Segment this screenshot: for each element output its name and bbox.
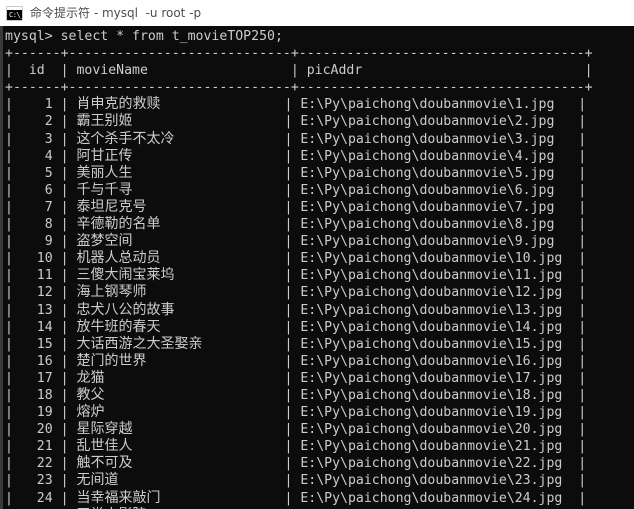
cell-value: 这个杀手不太冷 xyxy=(76,130,175,147)
table-row: | 13 | 忠犬八公的故事 | E:\Py\paichong\doubanmov… xyxy=(5,301,587,318)
table-row: | 22 | 触不可及 | E:\Py\paichong\doubanmovie\… xyxy=(5,455,587,472)
cell-value: 龙猫 xyxy=(76,369,105,386)
cell-value: 楚门的世界 xyxy=(76,352,147,369)
title-bar[interactable]: C:\_ 命令提示符 - mysql -u root -p xyxy=(0,0,634,26)
cell-value: 熔炉 xyxy=(76,404,105,421)
cell-value: 美丽人生 xyxy=(76,164,133,181)
cell-value: 大话西游之大圣娶亲 xyxy=(76,335,203,352)
cell-value: 机器人总动员 xyxy=(76,250,161,267)
cell-value: 泰坦尼克号 xyxy=(76,198,147,215)
cell-value: 当幸福来敲门 xyxy=(76,489,161,506)
table-row: | 9 | 盗梦空间 | E:\Py\paichong\doubanmovie\9… xyxy=(5,233,587,250)
console-icon-glyph: C:\_ xyxy=(9,10,23,19)
cell-value: 忠犬八公的故事 xyxy=(76,301,175,318)
cell-value: 乱世佳人 xyxy=(76,438,133,455)
cell-value: 三傻大闹宝莱坞 xyxy=(76,267,175,284)
console-text-buffer: mysql> select * from t_movieTOP250; +----… xyxy=(3,26,634,509)
table-row: | 17 | 龙猫 | E:\Py\paichong\doubanmovie\17… xyxy=(5,369,587,386)
table-row: | 4 | 阿甘正传 | E:\Py\paichong\doubanmovie\4… xyxy=(5,147,587,164)
cell-value: 盗梦空间 xyxy=(76,233,133,250)
cell-value: 星际穿越 xyxy=(76,421,133,438)
table-separator: +------+----------------------------+---… xyxy=(5,80,593,96)
table-row: | 8 | 辛德勒的名单 | E:\Py\paichong\doubanmovie… xyxy=(5,216,587,233)
table-row: | 24 | 当幸福来敲门 | E:\Py\paichong\doubanmovi… xyxy=(5,489,587,506)
table-row: | 23 | 无间道 | E:\Py\paichong\doubanmovie\2… xyxy=(5,472,587,489)
table-row: | 6 | 千与千寻 | E:\Py\paichong\doubanmovie\6… xyxy=(5,181,587,198)
prompt-line: mysql> select * from t_movieTOP250; xyxy=(5,29,283,44)
table-row: | 15 | 大话西游之大圣娶亲 | E:\Py\paichong\doubanm… xyxy=(5,335,587,352)
table-separator: +------+----------------------------+---… xyxy=(5,46,593,62)
window-title: 命令提示符 - mysql -u root -p xyxy=(30,6,202,20)
table-row: | 2 | 霸王别姬 | E:\Py\paichong\doubanmovie\2… xyxy=(5,113,587,130)
cell-value: 教父 xyxy=(76,386,105,403)
table-row: | 12 | 海上钢琴师 | E:\Py\paichong\doubanmovie… xyxy=(5,284,587,301)
cell-value: 海上钢琴师 xyxy=(76,284,147,301)
table-row: | 14 | 放牛班的春天 | E:\Py\paichong\doubanmovi… xyxy=(5,318,587,335)
table-row: | 21 | 乱世佳人 | E:\Py\paichong\doubanmovie\… xyxy=(5,438,587,455)
table-row: | 19 | 熔炉 | E:\Py\paichong\doubanmovie\19… xyxy=(5,404,587,421)
cell-value: 放牛班的春天 xyxy=(76,318,161,335)
console-icon: C:\_ xyxy=(6,5,23,21)
table-row: | 20 | 星际穿越 | E:\Py\paichong\doubanmovie\… xyxy=(5,421,587,438)
table-row: | 10 | 机器人总动员 | E:\Py\paichong\doubanmovi… xyxy=(5,250,587,267)
cell-value: 霸王别姬 xyxy=(76,113,133,130)
table-row: | 5 | 美丽人生 | E:\Py\paichong\doubanmovie\5… xyxy=(5,164,587,181)
table-row: | 11 | 三傻大闹宝莱坞 | E:\Py\paichong\doubanmov… xyxy=(5,267,587,284)
table-row: | 18 | 教父 | E:\Py\paichong\doubanmovie\18… xyxy=(5,386,587,403)
cell-value: 肖申克的救赎 xyxy=(76,96,161,113)
cell-value: 千与千寻 xyxy=(76,181,133,198)
cell-value: 无间道 xyxy=(76,472,119,489)
table-row: | 3 | 这个杀手不太冷 | E:\Py\paichong\doubanmovi… xyxy=(5,130,587,147)
table-row: | 16 | 楚门的世界 | E:\Py\paichong\doubanmovie… xyxy=(5,352,587,369)
cell-value: 阿甘正传 xyxy=(76,147,133,164)
table-header-row: | id | movieName | picAddr | xyxy=(5,63,593,79)
cell-value: 辛德勒的名单 xyxy=(76,216,161,233)
table-row: | 1 | 肖申克的救赎 | E:\Py\paichong\doubanmovie… xyxy=(5,96,587,113)
table-row: | 7 | 泰坦尼克号 | E:\Py\paichong\doubanmovie\… xyxy=(5,198,587,215)
cell-value: 触不可及 xyxy=(76,455,133,472)
console-output-area[interactable]: mysql> select * from t_movieTOP250; +----… xyxy=(0,26,634,509)
command-prompt-window: C:\_ 命令提示符 - mysql -u root -p mysql> sel… xyxy=(0,0,634,509)
